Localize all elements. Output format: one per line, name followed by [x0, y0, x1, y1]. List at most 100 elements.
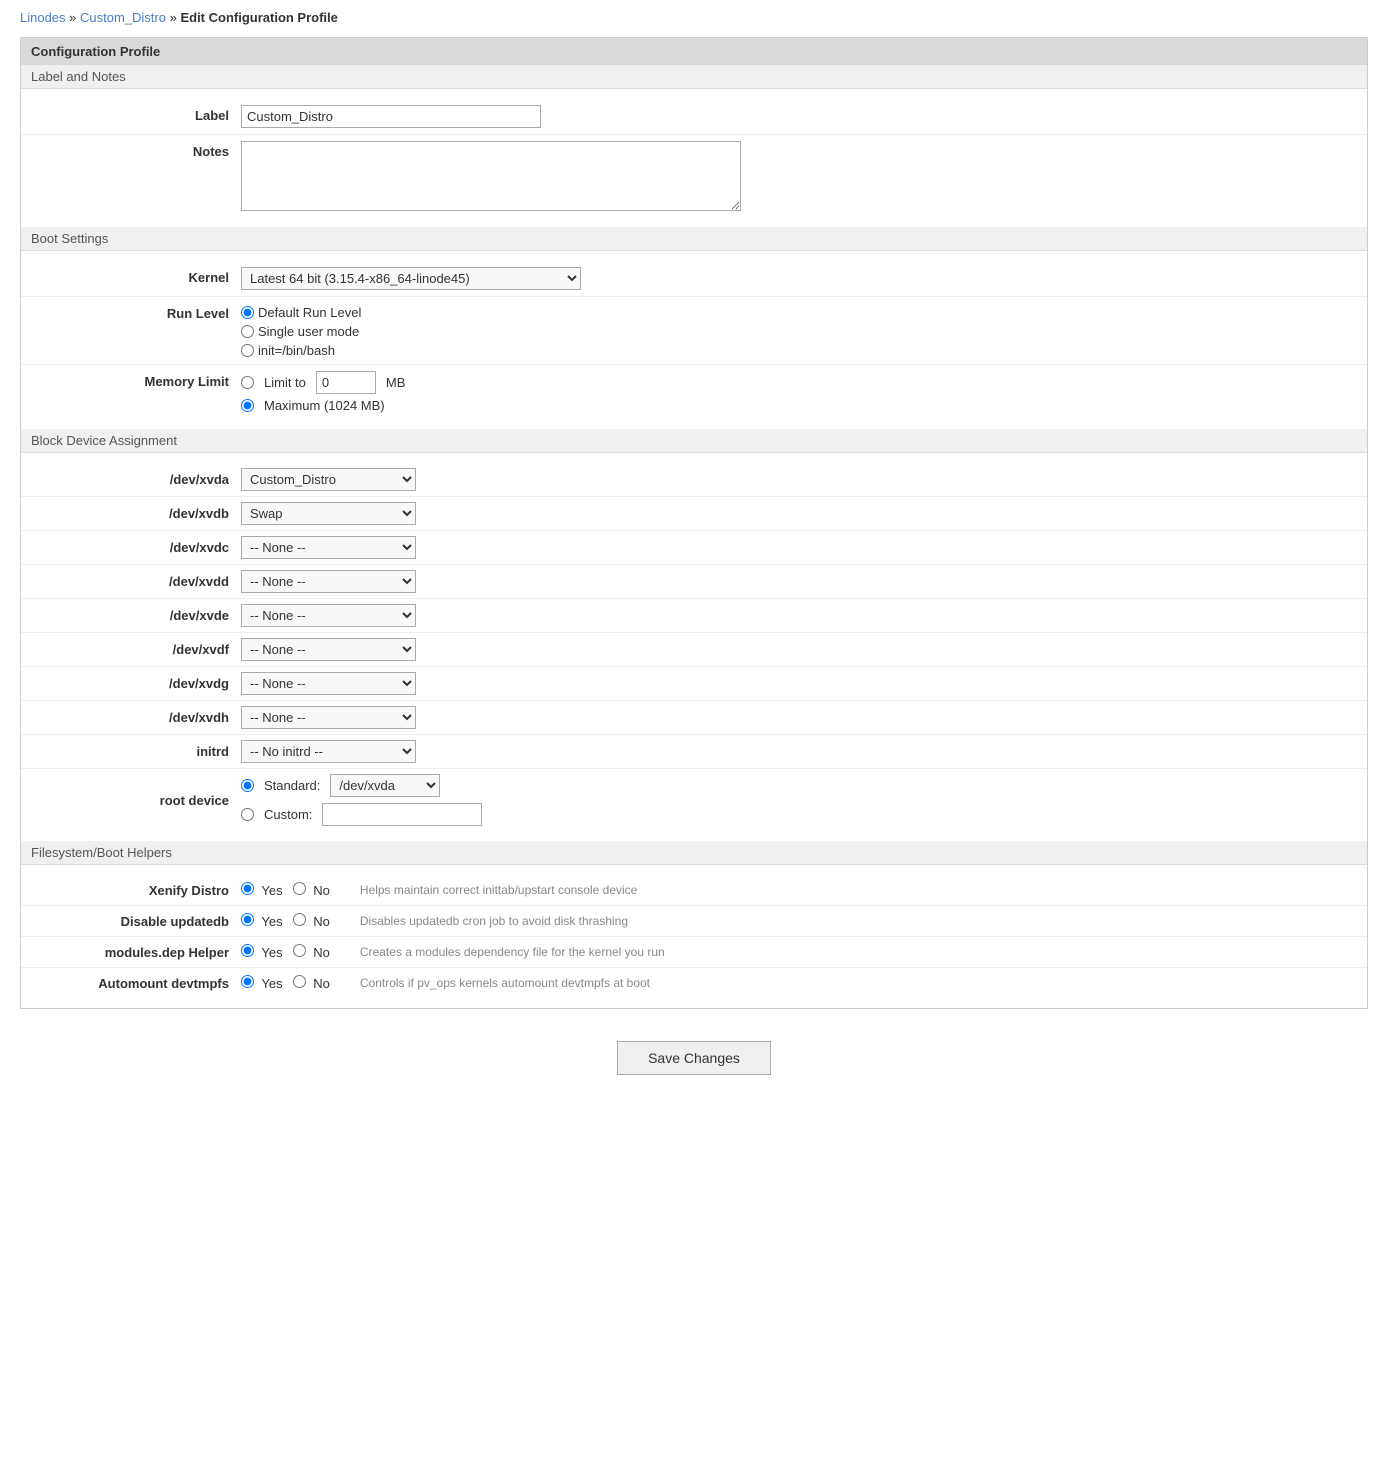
- fs-label-xenify: Xenify Distro: [21, 883, 241, 898]
- fs-control-xenify: Yes No Helps maintain correct inittab/up…: [241, 882, 1367, 898]
- run-level-row: Run Level Default Run Level Single user …: [21, 297, 1367, 365]
- modulesdep-yes-label[interactable]: Yes: [241, 944, 283, 960]
- block-label-xvda: /dev/xvda: [21, 472, 241, 487]
- kernel-row: Kernel Latest 64 bit (3.15.4-x86_64-lino…: [21, 261, 1367, 297]
- memory-max-radio[interactable]: [241, 399, 254, 412]
- xenify-no-radio[interactable]: [293, 882, 306, 895]
- breadcrumb-distro[interactable]: Custom_Distro: [80, 10, 166, 25]
- automount-no-radio[interactable]: [293, 975, 306, 988]
- run-level-default-radio[interactable]: [241, 306, 254, 319]
- section-header-config-profile: Configuration Profile: [21, 38, 1367, 65]
- breadcrumb-linodes[interactable]: Linodes: [20, 10, 66, 25]
- modulesdep-description: Creates a modules dependency file for th…: [360, 945, 665, 959]
- memory-limit-input[interactable]: [316, 371, 376, 394]
- block-label-xvdc: /dev/xvdc: [21, 540, 241, 555]
- block-device-row-xvdc: /dev/xvdc -- None -- Custom_Distro Swap: [21, 531, 1367, 565]
- memory-limit-radio[interactable]: [241, 376, 254, 389]
- page-title: Edit Configuration Profile: [180, 10, 337, 25]
- block-label-xvdb: /dev/xvdb: [21, 506, 241, 521]
- xenify-yes-radio[interactable]: [241, 882, 254, 895]
- block-select-xvdh[interactable]: -- None -- Custom_Distro Swap: [241, 706, 416, 729]
- label-input[interactable]: [241, 105, 541, 128]
- modulesdep-yes-radio[interactable]: [241, 944, 254, 957]
- fs-control-updatedb: Yes No Disables updatedb cron job to avo…: [241, 913, 1367, 929]
- block-device-body: /dev/xvda Custom_Distro -- None -- Swap …: [21, 453, 1367, 841]
- root-device-options: Standard: /dev/xvda /dev/xvdb /dev/xvdc …: [241, 774, 482, 826]
- run-level-default-label: Default Run Level: [258, 305, 361, 320]
- fs-label-updatedb: Disable updatedb: [21, 914, 241, 929]
- run-level-single-label: Single user mode: [258, 324, 359, 339]
- memory-limit-control: Limit to MB Maximum (1024 MB): [241, 371, 1367, 413]
- automount-yes-label[interactable]: Yes: [241, 975, 283, 991]
- label-row: Label: [21, 99, 1367, 135]
- run-level-single-radio[interactable]: [241, 325, 254, 338]
- memory-max-label: Maximum (1024 MB): [264, 398, 385, 413]
- memory-options: Limit to MB Maximum (1024 MB): [241, 371, 405, 413]
- fs-label-modulesdep: modules.dep Helper: [21, 945, 241, 960]
- filesystem-body: Xenify Distro Yes No Helps maintain corr…: [21, 865, 1367, 1008]
- block-select-xvdb[interactable]: Swap Custom_Distro -- None --: [241, 502, 416, 525]
- block-device-row-xvdb: /dev/xvdb Swap Custom_Distro -- None --: [21, 497, 1367, 531]
- block-device-row-xvdg: /dev/xvdg -- None -- Custom_Distro Swap: [21, 667, 1367, 701]
- modulesdep-yes-text: Yes: [261, 945, 282, 960]
- block-device-row-initrd: initrd -- No initrd -- Custom_Distro Swa…: [21, 735, 1367, 769]
- updatedb-no-radio[interactable]: [293, 913, 306, 926]
- block-device-row-xvda: /dev/xvda Custom_Distro -- None -- Swap: [21, 463, 1367, 497]
- run-level-init-label: init=/bin/bash: [258, 343, 335, 358]
- breadcrumb: Linodes » Custom_Distro » Edit Configura…: [20, 10, 1368, 25]
- updatedb-yes-label[interactable]: Yes: [241, 913, 283, 929]
- automount-yes-radio[interactable]: [241, 975, 254, 988]
- updatedb-description: Disables updatedb cron job to avoid disk…: [360, 914, 628, 928]
- run-level-default[interactable]: Default Run Level: [241, 305, 361, 320]
- block-select-initrd[interactable]: -- No initrd -- Custom_Distro Swap: [241, 740, 416, 763]
- updatedb-yes-text: Yes: [261, 914, 282, 929]
- modulesdep-no-radio[interactable]: [293, 944, 306, 957]
- label-field-control: [241, 105, 1367, 128]
- root-device-custom-input[interactable]: [322, 803, 482, 826]
- xenify-no-text: No: [313, 883, 330, 898]
- xenify-no-label[interactable]: No: [293, 882, 330, 898]
- block-device-row-xvdh: /dev/xvdh -- None -- Custom_Distro Swap: [21, 701, 1367, 735]
- block-select-xvdc[interactable]: -- None -- Custom_Distro Swap: [241, 536, 416, 559]
- fs-row-updatedb: Disable updatedb Yes No Disables updated…: [21, 906, 1367, 937]
- run-level-label: Run Level: [21, 303, 241, 321]
- root-device-custom-radio[interactable]: [241, 808, 254, 821]
- run-level-single[interactable]: Single user mode: [241, 324, 361, 339]
- kernel-select[interactable]: Latest 64 bit (3.15.4-x86_64-linode45) L…: [241, 267, 581, 290]
- block-select-xvdd[interactable]: -- None -- Custom_Distro Swap: [241, 570, 416, 593]
- automount-no-label[interactable]: No: [293, 975, 330, 991]
- memory-limit-label: Memory Limit: [21, 371, 241, 389]
- updatedb-no-text: No: [313, 914, 330, 929]
- root-device-label: root device: [21, 793, 241, 808]
- boot-settings-body: Kernel Latest 64 bit (3.15.4-x86_64-lino…: [21, 251, 1367, 429]
- block-label-xvdh: /dev/xvdh: [21, 710, 241, 725]
- block-select-xvda[interactable]: Custom_Distro -- None -- Swap: [241, 468, 416, 491]
- fs-control-modulesdep: Yes No Creates a modules dependency file…: [241, 944, 1367, 960]
- memory-limit-option: Limit to MB: [241, 371, 405, 394]
- xenify-yes-label[interactable]: Yes: [241, 882, 283, 898]
- subsection-filesystem: Filesystem/Boot Helpers: [21, 841, 1367, 865]
- block-select-xvdg[interactable]: -- None -- Custom_Distro Swap: [241, 672, 416, 695]
- run-level-init-radio[interactable]: [241, 344, 254, 357]
- block-select-xvde[interactable]: -- None -- Custom_Distro Swap: [241, 604, 416, 627]
- fs-row-xenify: Xenify Distro Yes No Helps maintain corr…: [21, 875, 1367, 906]
- run-level-control: Default Run Level Single user mode init=…: [241, 303, 1367, 358]
- modulesdep-no-text: No: [313, 945, 330, 960]
- xenify-yes-text: Yes: [261, 883, 282, 898]
- block-label-initrd: initrd: [21, 744, 241, 759]
- notes-textarea[interactable]: [241, 141, 741, 211]
- root-device-standard-select[interactable]: /dev/xvda /dev/xvdb /dev/xvdc: [330, 774, 440, 797]
- block-label-xvde: /dev/xvde: [21, 608, 241, 623]
- modulesdep-no-label[interactable]: No: [293, 944, 330, 960]
- updatedb-yes-radio[interactable]: [241, 913, 254, 926]
- memory-limit-text: Limit to: [264, 375, 306, 390]
- memory-unit-label: MB: [386, 375, 406, 390]
- block-device-row-xvdf: /dev/xvdf -- None -- Custom_Distro Swap: [21, 633, 1367, 667]
- updatedb-no-label[interactable]: No: [293, 913, 330, 929]
- block-select-xvdf[interactable]: -- None -- Custom_Distro Swap: [241, 638, 416, 661]
- block-label-xvdg: /dev/xvdg: [21, 676, 241, 691]
- automount-description: Controls if pv_ops kernels automount dev…: [360, 976, 650, 990]
- run-level-init[interactable]: init=/bin/bash: [241, 343, 361, 358]
- save-changes-button[interactable]: Save Changes: [617, 1041, 771, 1075]
- root-device-standard-radio[interactable]: [241, 779, 254, 792]
